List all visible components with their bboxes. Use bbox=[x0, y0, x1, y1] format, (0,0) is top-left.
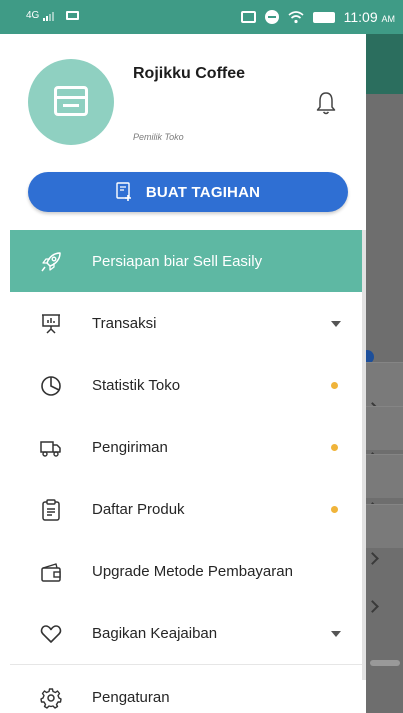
status-right: 11:09 AM bbox=[240, 9, 395, 25]
clock-time: 11:09 bbox=[343, 9, 378, 25]
menu-label: Bagikan Keajaiban bbox=[92, 624, 218, 642]
menu-label: Pengiriman bbox=[92, 438, 168, 456]
background-card bbox=[366, 406, 403, 450]
menu-item-share[interactable]: Bagikan Keajaiban bbox=[10, 602, 362, 664]
menu-label: Upgrade Metode Pembayaran bbox=[92, 562, 293, 580]
background-card bbox=[366, 504, 403, 548]
menu-item-transactions[interactable]: Transaksi bbox=[10, 292, 362, 354]
store-role: Pemilik Toko bbox=[133, 132, 184, 142]
background-app-bar bbox=[366, 34, 403, 94]
menu-item-store-statistics[interactable]: Statistik Toko bbox=[10, 354, 362, 416]
store-icon bbox=[54, 86, 88, 116]
menu-item-product-list[interactable]: Daftar Produk bbox=[10, 478, 362, 540]
wifi-icon bbox=[288, 10, 304, 23]
clock: 11:09 AM bbox=[344, 9, 395, 25]
clipboard-icon bbox=[42, 499, 60, 521]
create-invoice-label: BUAT TAGIHAN bbox=[145, 183, 261, 201]
gear-icon bbox=[40, 688, 62, 709]
background-screen-scrim[interactable] bbox=[360, 34, 403, 713]
navigation-drawer: Rojikku Coffee Pemilik Toko BUAT TAGIHAN… bbox=[10, 34, 366, 713]
menu-item-setup-guide[interactable]: Persiapan biar Sell Easily bbox=[10, 230, 362, 292]
notification-bell-icon[interactable] bbox=[314, 90, 338, 116]
chevron-down-icon[interactable] bbox=[331, 321, 341, 327]
do-not-disturb-icon bbox=[264, 10, 279, 24]
cast-icon bbox=[240, 11, 256, 23]
indicator-dot bbox=[331, 444, 338, 451]
menu-label: Persiapan biar Sell Easily bbox=[92, 252, 263, 270]
menu-label: Daftar Produk bbox=[92, 500, 185, 518]
create-invoice-button[interactable]: BUAT TAGIHAN bbox=[28, 172, 348, 212]
menu-label: Statistik Toko bbox=[92, 376, 181, 394]
chevron-right-icon bbox=[366, 600, 379, 613]
pie-chart-icon bbox=[41, 376, 61, 396]
menu-divider bbox=[10, 664, 362, 665]
wallet-icon bbox=[41, 563, 61, 582]
menu-item-shipping[interactable]: Pengiriman bbox=[10, 416, 362, 478]
signal-icon bbox=[43, 11, 55, 21]
presentation-icon bbox=[42, 314, 60, 334]
menu-label: Pengaturan bbox=[92, 688, 170, 706]
clock-suffix: AM bbox=[381, 14, 396, 24]
chevron-right-icon bbox=[366, 552, 379, 565]
indicator-dot bbox=[331, 506, 338, 513]
truck-icon bbox=[40, 441, 61, 457]
battery-icon bbox=[312, 11, 335, 23]
menu-item-settings[interactable]: Pengaturan bbox=[10, 666, 362, 713]
screen-record-icon bbox=[66, 11, 80, 20]
invoice-add-icon bbox=[116, 182, 131, 201]
store-name: Rojikku Coffee bbox=[133, 65, 246, 82]
background-card bbox=[366, 362, 403, 406]
menu-label: Transaksi bbox=[92, 314, 157, 332]
menu-item-upgrade-payment[interactable]: Upgrade Metode Pembayaran bbox=[10, 540, 362, 602]
chevron-down-icon[interactable] bbox=[331, 631, 341, 637]
drawer-scrollbar[interactable] bbox=[362, 230, 366, 680]
status-left: 4G bbox=[26, 10, 80, 21]
rocket-icon bbox=[41, 252, 61, 272]
network-type: 4G bbox=[26, 10, 40, 21]
background-scroll-bar bbox=[370, 660, 400, 666]
status-bar: 4G 11:09 AM bbox=[0, 0, 403, 34]
indicator-dot bbox=[331, 382, 338, 389]
store-avatar[interactable] bbox=[28, 59, 114, 145]
background-card bbox=[366, 454, 403, 498]
heart-icon bbox=[40, 625, 62, 643]
